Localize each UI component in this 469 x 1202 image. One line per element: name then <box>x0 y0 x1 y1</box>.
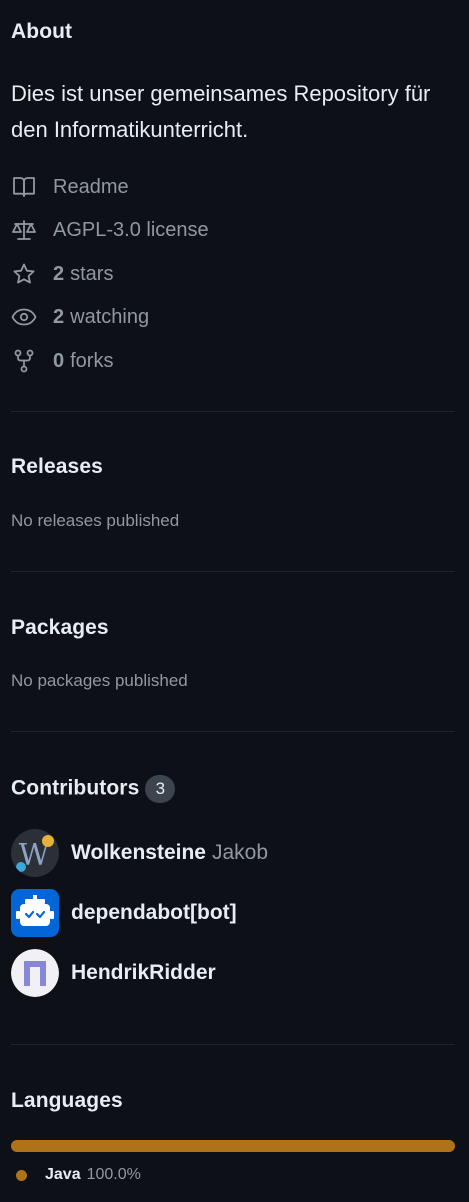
readme-link[interactable]: Readme <box>11 173 129 201</box>
divider <box>11 1044 455 1045</box>
stars-count: 2 <box>53 262 65 285</box>
license-label: AGPL-3.0 license <box>53 218 209 241</box>
readme-label: Readme <box>53 175 129 198</box>
book-icon <box>11 174 37 200</box>
star-icon <box>11 261 37 287</box>
divider <box>11 571 455 572</box>
contributor-login: HendrikRidder <box>71 961 216 984</box>
language-item[interactable]: Java 100.0% <box>16 1166 141 1184</box>
language-percent: 100.0% <box>86 1166 141 1183</box>
forks-link[interactable]: 0 forks <box>11 347 113 375</box>
license-link[interactable]: AGPL-3.0 license <box>11 216 209 244</box>
contributors-count: 3 <box>145 775 176 803</box>
repo-description: Dies ist unser gemeinsames Repository fü… <box>11 81 431 142</box>
contributor-item[interactable]: dependabot[bot] <box>11 888 237 938</box>
language-color-dot <box>16 1169 27 1181</box>
watchers-link[interactable]: 2 watching <box>11 303 149 331</box>
watching-label: watching <box>70 305 150 328</box>
stars-label: stars <box>70 262 114 285</box>
about-heading: About <box>11 20 73 43</box>
divider <box>11 411 455 412</box>
packages-empty: No packages published <box>11 671 188 690</box>
contributor-item[interactable]: HendrikRidder <box>11 948 216 998</box>
releases-heading[interactable]: Releases <box>11 455 103 479</box>
contributor-login: Wolkensteine <box>71 841 206 864</box>
contributor-login: dependabot[bot] <box>71 901 237 924</box>
languages-heading: Languages <box>11 1089 123 1112</box>
contributors-heading[interactable]: Contributors 3 <box>11 775 176 803</box>
releases-empty: No releases published <box>11 511 180 530</box>
language-name: Java <box>45 1166 81 1183</box>
divider <box>11 731 455 732</box>
language-bar <box>11 1140 455 1152</box>
contributors-heading-label: Contributors <box>11 776 140 800</box>
watching-count: 2 <box>53 305 65 328</box>
contributor-fullname: Jakob <box>211 841 269 864</box>
repo-sidebar: About Dies ist unser gemeinsames Reposit… <box>0 0 469 1202</box>
law-icon <box>11 217 37 243</box>
eye-icon <box>11 304 37 330</box>
stars-link[interactable]: 2 stars <box>11 260 113 288</box>
contributor-item[interactable]: W Wolkensteine Jakob <box>11 828 268 878</box>
repo-forked-icon <box>11 348 37 374</box>
forks-count: 0 <box>53 349 65 372</box>
forks-label: forks <box>70 349 114 372</box>
avatar <box>11 949 59 997</box>
packages-heading[interactable]: Packages <box>11 616 109 640</box>
avatar <box>11 889 59 937</box>
avatar: W <box>11 829 59 877</box>
